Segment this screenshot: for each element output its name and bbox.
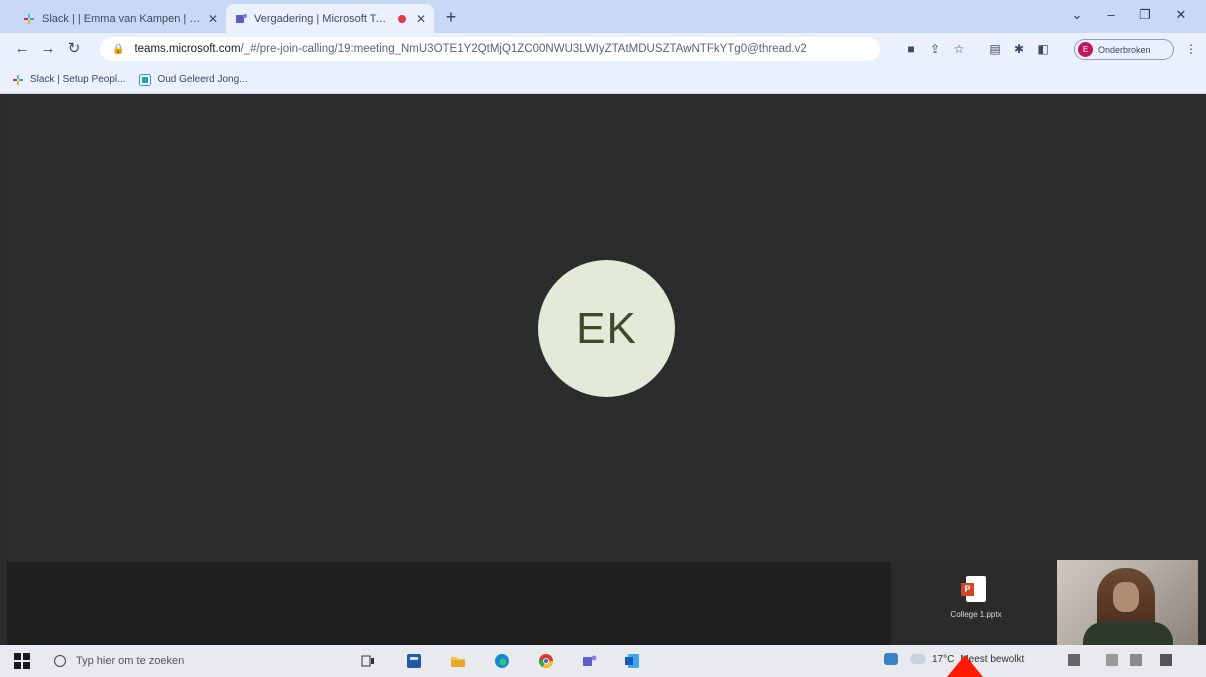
puzzle-icon[interactable]: ✱: [1010, 40, 1028, 58]
tray-icon[interactable]: [1130, 654, 1142, 666]
share-icon[interactable]: ⇪: [926, 40, 944, 58]
person-face: [1113, 582, 1139, 612]
profile-button[interactable]: E Onderbroken: [1074, 39, 1174, 60]
tab-title: Vergadering | Microsoft Tea...: [254, 12, 392, 25]
meeting-stage: EK: [7, 94, 1206, 562]
bookmark-oud-geleerd[interactable]: Oud Geleerd Jong...: [139, 73, 248, 86]
bookmarks-bar: Slack | Setup Peopl... Oud Geleerd Jong.…: [0, 66, 1206, 94]
restore-button[interactable]: ❐: [1128, 0, 1162, 33]
cloud-icon: [910, 654, 926, 664]
annotation-arrow: [947, 655, 983, 677]
tray-icon[interactable]: [1106, 654, 1118, 666]
bookmark-label: Oud Geleerd Jong...: [157, 74, 248, 85]
new-tab-button[interactable]: +: [440, 6, 462, 28]
bookmark-page-icon: [139, 73, 152, 86]
browser-tab-strip: Slack | | Emma van Kampen | O... ✕ Verga…: [0, 0, 1206, 33]
taskbar-search[interactable]: Typ hier om te zoeken: [44, 647, 344, 675]
url-path: /_#/pre-join-calling/19:meeting_NmU3OTE1…: [240, 43, 807, 55]
tray-icon[interactable]: [1068, 654, 1080, 666]
close-tab-icon[interactable]: ✕: [208, 12, 218, 26]
address-bar[interactable]: 🔒 teams.microsoft.com/_#/pre-join-callin…: [100, 37, 880, 61]
menu-kebab-icon[interactable]: ⋮: [1182, 40, 1200, 58]
bookmark-label: Slack | Setup Peopl...: [30, 74, 126, 85]
bookmark-star-icon[interactable]: ☆: [950, 40, 968, 58]
windows-taskbar: Typ hier om te zoeken 17°C Meest bewolkt: [0, 645, 1206, 677]
meeting-control-bar: [7, 562, 891, 646]
reload-icon[interactable]: ↻: [64, 39, 84, 59]
chrome-icon[interactable]: [536, 651, 556, 671]
profile-status-label: Onderbroken: [1098, 44, 1151, 55]
notification-icon[interactable]: [1160, 654, 1172, 666]
avatar: E: [1078, 42, 1093, 57]
pptx-file[interactable]: P College 1.pptx: [931, 576, 1021, 619]
network-icon: [884, 653, 898, 665]
search-placeholder: Typ hier om te zoeken: [76, 655, 185, 667]
self-video-preview: [1057, 560, 1198, 650]
tab-slack[interactable]: Slack | | Emma van Kampen | O... ✕: [14, 4, 226, 33]
powerpoint-badge: P: [961, 583, 974, 596]
recording-indicator-icon: [397, 14, 406, 23]
participant-avatar: EK: [538, 260, 675, 397]
tab-search-icon[interactable]: ⌄: [1060, 0, 1094, 33]
bookmark-slack[interactable]: Slack | Setup Peopl...: [12, 74, 125, 86]
edge-icon[interactable]: [492, 651, 512, 671]
participant-initials: EK: [576, 303, 637, 353]
extension-icon[interactable]: ▤: [986, 40, 1004, 58]
powerpoint-file-icon: P: [961, 576, 986, 602]
teams-icon[interactable]: [580, 651, 600, 671]
url-domain: teams.microsoft.com: [134, 43, 241, 55]
slack-icon: [22, 12, 36, 26]
lock-icon: 🔒: [112, 43, 125, 55]
close-window-button[interactable]: ✕: [1164, 0, 1198, 33]
sidepanel-icon[interactable]: ◧: [1034, 40, 1052, 58]
search-icon: [54, 655, 66, 667]
file-explorer-icon[interactable]: [448, 651, 468, 671]
windows-start-icon[interactable]: [14, 653, 30, 669]
downloaded-file-panel: P College 1.pptx: [891, 562, 1057, 646]
close-tab-icon[interactable]: ✕: [416, 12, 426, 26]
file-name: College 1.pptx: [950, 610, 1002, 619]
back-icon[interactable]: ←: [12, 39, 32, 59]
tab-teams-meeting[interactable]: Vergadering | Microsoft Tea... ✕: [226, 4, 434, 33]
teams-icon: [234, 12, 248, 26]
word-icon[interactable]: [622, 651, 642, 671]
tab-title: Slack | | Emma van Kampen | O...: [42, 12, 204, 25]
forward-icon[interactable]: →: [38, 39, 58, 59]
camera-icon[interactable]: ■: [902, 40, 920, 58]
url-text: teams.microsoft.com/_#/pre-join-calling/…: [134, 43, 806, 55]
browser-toolbar: ← → ↻ 🔒 teams.microsoft.com/_#/pre-join-…: [0, 33, 1206, 66]
calculator-icon[interactable]: [404, 651, 424, 671]
task-view-icon[interactable]: [358, 651, 378, 671]
slack-icon: [13, 74, 23, 85]
minimize-button[interactable]: –: [1094, 0, 1128, 33]
